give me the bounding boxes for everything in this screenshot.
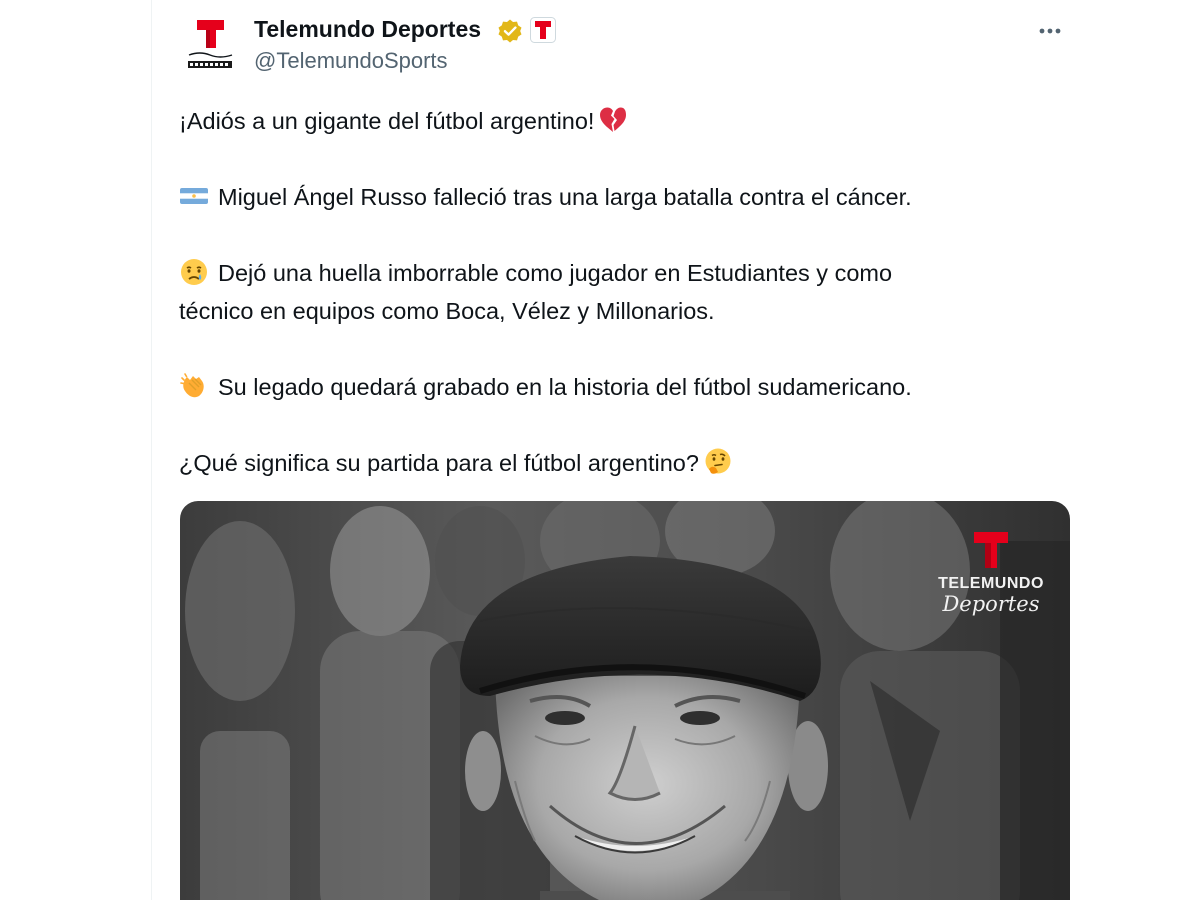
- tweet-line-3-text: Dejó una huella imborrable como jugador …: [218, 260, 893, 286]
- telemundo-logo-icon: [974, 532, 1008, 568]
- tweet-line-5: ¿Qué significa su partida para el fútbol…: [179, 444, 1059, 482]
- author-name[interactable]: Telemundo Deportes: [254, 14, 481, 44]
- tweet: Telemundo Deportes @TelemundoSports ¡Adi: [152, 0, 1082, 900]
- tweet-line-2-text: Miguel Ángel Russo falleció tras una lar…: [218, 184, 912, 210]
- more-horizontal-icon: [1039, 28, 1061, 34]
- telemundo-deportes-ahora-logo: [187, 20, 233, 68]
- argentina-flag-icon: [179, 181, 209, 211]
- broken-heart-icon: [598, 105, 628, 135]
- tweet-line-4-text: Su legado quedará grabado en la historia…: [218, 374, 912, 400]
- author-handle[interactable]: @TelemundoSports: [254, 47, 448, 75]
- watermark-line2: Deportes: [942, 592, 1040, 616]
- tweet-media-photo[interactable]: TELEMUNDO Deportes: [180, 501, 1070, 900]
- affiliate-badge-icon[interactable]: [530, 17, 556, 43]
- crying-face-icon: [179, 257, 209, 287]
- tweet-line-1-text: ¡Adiós a un gigante del fútbol argentino…: [179, 108, 595, 134]
- watermark-line1: TELEMUNDO: [938, 575, 1044, 592]
- tweet-text: ¡Adiós a un gigante del fútbol argentino…: [179, 102, 1059, 520]
- telemundo-deportes-watermark: TELEMUNDO Deportes: [936, 531, 1046, 639]
- thinking-face-icon: [703, 447, 733, 477]
- tweet-line-5-text: ¿Qué significa su partida para el fútbol…: [179, 450, 699, 476]
- tweet-line-4: Su legado quedará grabado en la historia…: [179, 368, 1059, 406]
- tweet-line-1: ¡Adiós a un gigante del fútbol argentino…: [179, 102, 1059, 140]
- tweet-line-3: Dejó una huella imborrable como jugador …: [179, 254, 1059, 330]
- tweet-line-2: Miguel Ángel Russo falleció tras una lar…: [179, 178, 1059, 216]
- avatar[interactable]: [180, 14, 240, 74]
- tweet-line-3-text-continued: técnico en equipos como Boca, Vélez y Mi…: [179, 298, 715, 324]
- more-options-button[interactable]: [1032, 16, 1068, 46]
- clapping-hands-icon: [179, 371, 209, 401]
- page: Telemundo Deportes @TelemundoSports ¡Adi: [0, 0, 1200, 900]
- verified-badge-icon[interactable]: [497, 18, 523, 44]
